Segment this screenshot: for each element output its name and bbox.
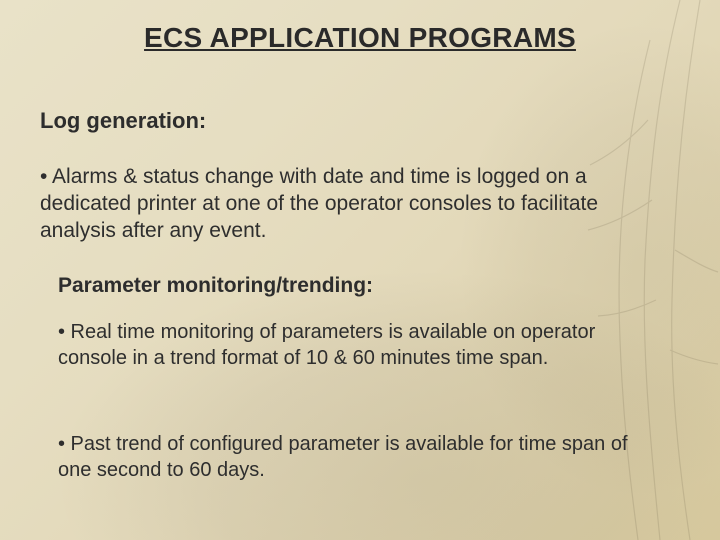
section1-heading: Log generation: [40,108,206,134]
section2-bullet-2: • Past trend of configured parameter is … [58,432,660,483]
slide-title: ECS APPLICATION PROGRAMS [0,22,720,54]
section2-bullet-1: • Real time monitoring of parameters is … [58,320,660,371]
section2-heading: Parameter monitoring/trending: [58,274,373,298]
section1-bullet: • Alarms & status change with date and t… [40,164,678,245]
slide-background: ECS APPLICATION PROGRAMS Log generation:… [0,0,720,540]
